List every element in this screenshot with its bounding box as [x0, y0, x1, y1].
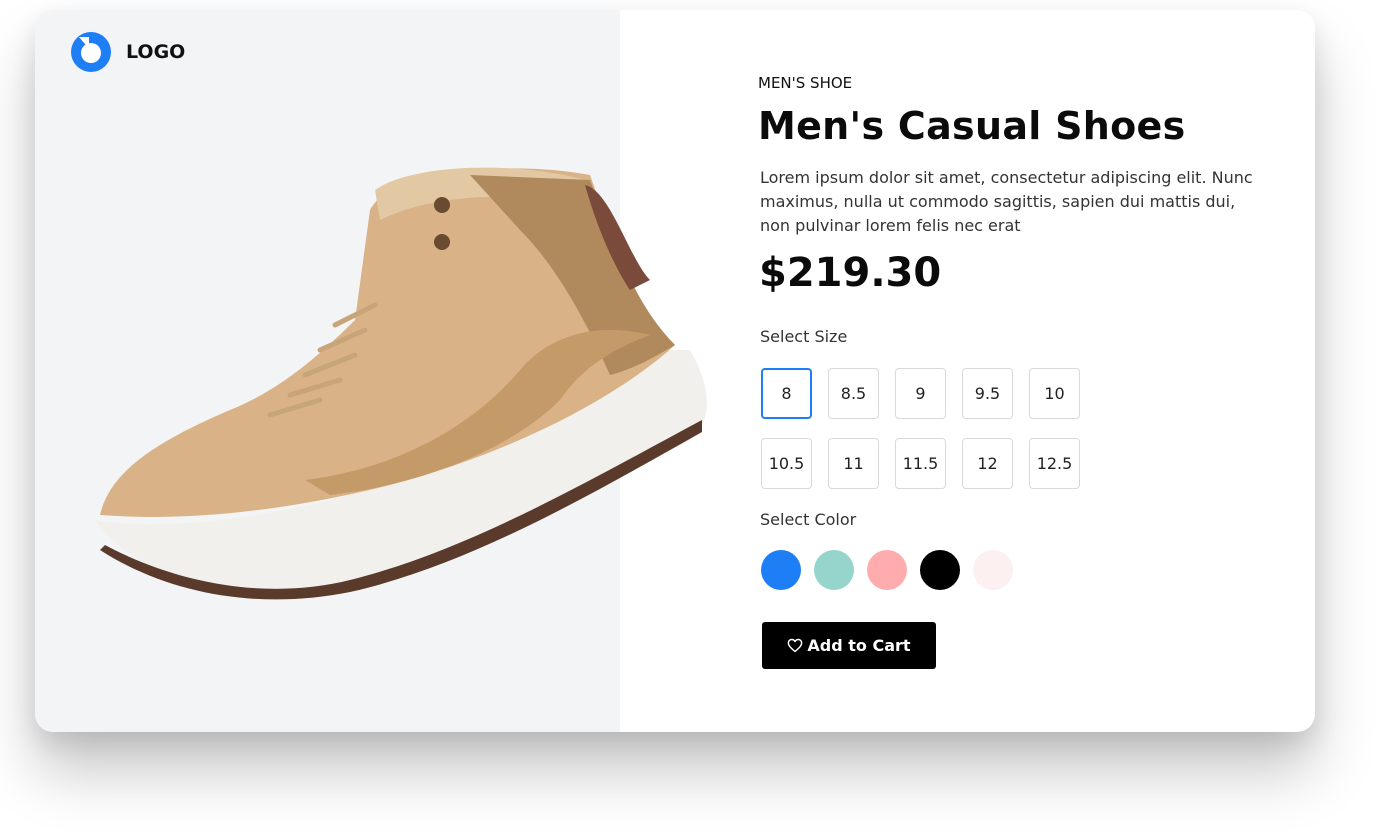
- shoe-image: [95, 167, 707, 600]
- logo[interactable]: LOGO: [71, 32, 185, 72]
- color-label: Select Color: [760, 510, 857, 529]
- size-option[interactable]: 11.5: [895, 438, 946, 489]
- color-swatch-blush[interactable]: [973, 550, 1013, 590]
- color-swatch-black[interactable]: [920, 550, 960, 590]
- size-option[interactable]: 9: [895, 368, 946, 419]
- product-category: MEN'S SHOE: [758, 74, 853, 92]
- logo-icon: [71, 32, 111, 72]
- size-option[interactable]: 12: [962, 438, 1013, 489]
- product-description: Lorem ipsum dolor sit amet, consectetur …: [760, 168, 1253, 235]
- product-price: $219.30: [759, 250, 942, 296]
- color-options: [761, 550, 1013, 590]
- add-to-cart-button[interactable]: Add to Cart: [762, 622, 936, 669]
- color-swatch-blue[interactable]: [761, 550, 801, 590]
- add-to-cart-label: Add to Cart: [807, 636, 911, 655]
- product-card: LOGO MEN'S SHOE Men's Casual Shoes Lorem…: [35, 10, 1315, 732]
- size-option[interactable]: 8.5: [828, 368, 879, 419]
- color-swatch-pink[interactable]: [867, 550, 907, 590]
- logo-text: LOGO: [126, 41, 186, 63]
- heart-icon: [788, 638, 803, 653]
- size-option[interactable]: 12.5: [1029, 438, 1080, 489]
- size-option[interactable]: 11: [828, 438, 879, 489]
- size-option[interactable]: 9.5: [962, 368, 1013, 419]
- color-swatch-mint[interactable]: [814, 550, 854, 590]
- size-label: Select Size: [760, 327, 848, 346]
- size-options: 8 8.5 9 9.5 10 10.5 11 11.5 12 12.5: [761, 368, 1080, 489]
- size-option[interactable]: 8: [761, 368, 812, 419]
- size-option[interactable]: 10: [1029, 368, 1080, 419]
- size-option[interactable]: 10.5: [761, 438, 812, 489]
- product-title: Men's Casual Shoes: [758, 104, 1186, 148]
